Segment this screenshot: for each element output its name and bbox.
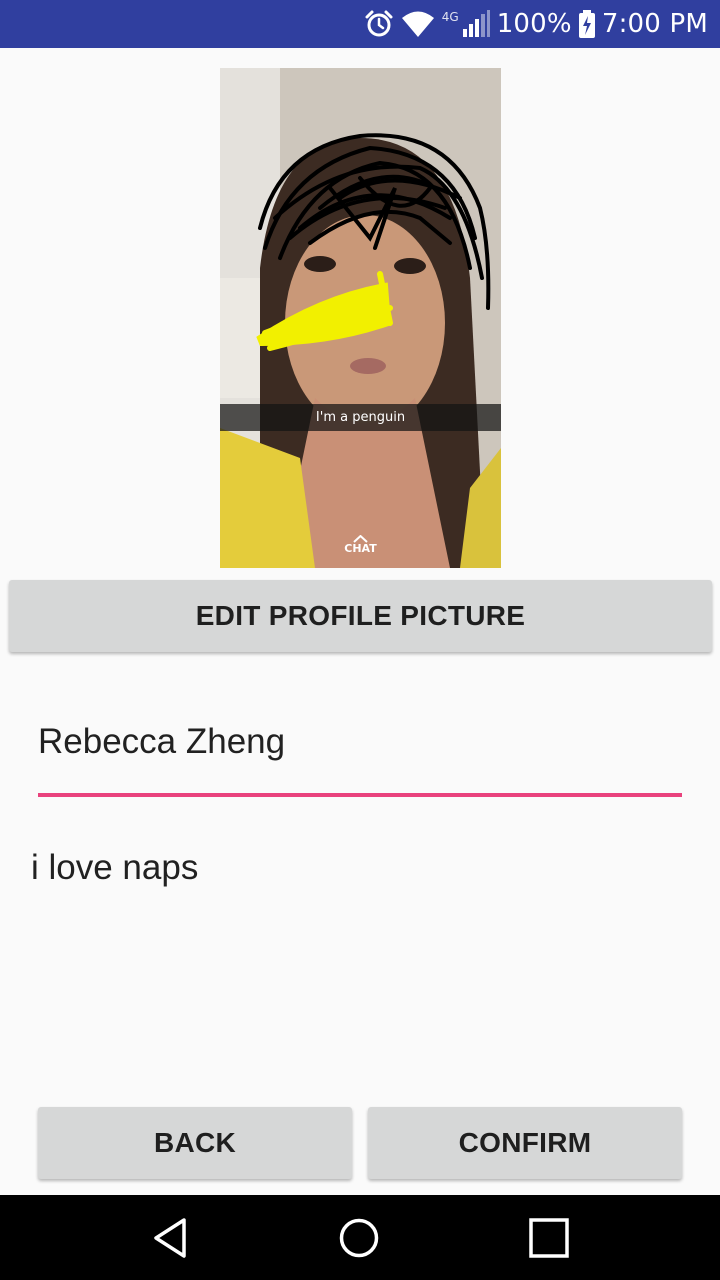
status-time: 7:00 PM bbox=[601, 9, 708, 39]
bio-text[interactable]: i love naps bbox=[31, 844, 681, 892]
status-bar: 4G 100% 7:00 PM bbox=[0, 0, 720, 48]
name-input[interactable] bbox=[38, 712, 682, 772]
nav-home-button[interactable] bbox=[299, 1195, 419, 1280]
chat-label: CHAT bbox=[344, 542, 377, 555]
wifi-icon bbox=[400, 9, 436, 39]
navigation-bar bbox=[0, 1195, 720, 1280]
network-type-label: 4G bbox=[441, 10, 459, 24]
profile-photo: I'm a penguin CHAT bbox=[220, 68, 501, 568]
back-button[interactable]: BACK bbox=[38, 1107, 352, 1179]
back-triangle-icon bbox=[154, 1217, 186, 1258]
name-field bbox=[38, 700, 682, 798]
alarm-icon bbox=[364, 9, 394, 39]
recents-square-icon bbox=[529, 1217, 569, 1258]
cell-signal-icon bbox=[461, 9, 491, 39]
battery-percent: 100% bbox=[496, 9, 572, 39]
photo-caption: I'm a penguin bbox=[220, 404, 501, 431]
home-circle-icon bbox=[339, 1218, 379, 1257]
name-field-underline bbox=[38, 793, 682, 797]
battery-charging-icon bbox=[578, 9, 596, 39]
confirm-button[interactable]: CONFIRM bbox=[368, 1107, 682, 1179]
nav-recents-button[interactable] bbox=[489, 1195, 609, 1280]
nav-back-button[interactable] bbox=[110, 1195, 230, 1280]
profile-photo-illustration bbox=[220, 68, 501, 568]
edit-profile-picture-button[interactable]: EDIT PROFILE PICTURE bbox=[9, 580, 712, 652]
